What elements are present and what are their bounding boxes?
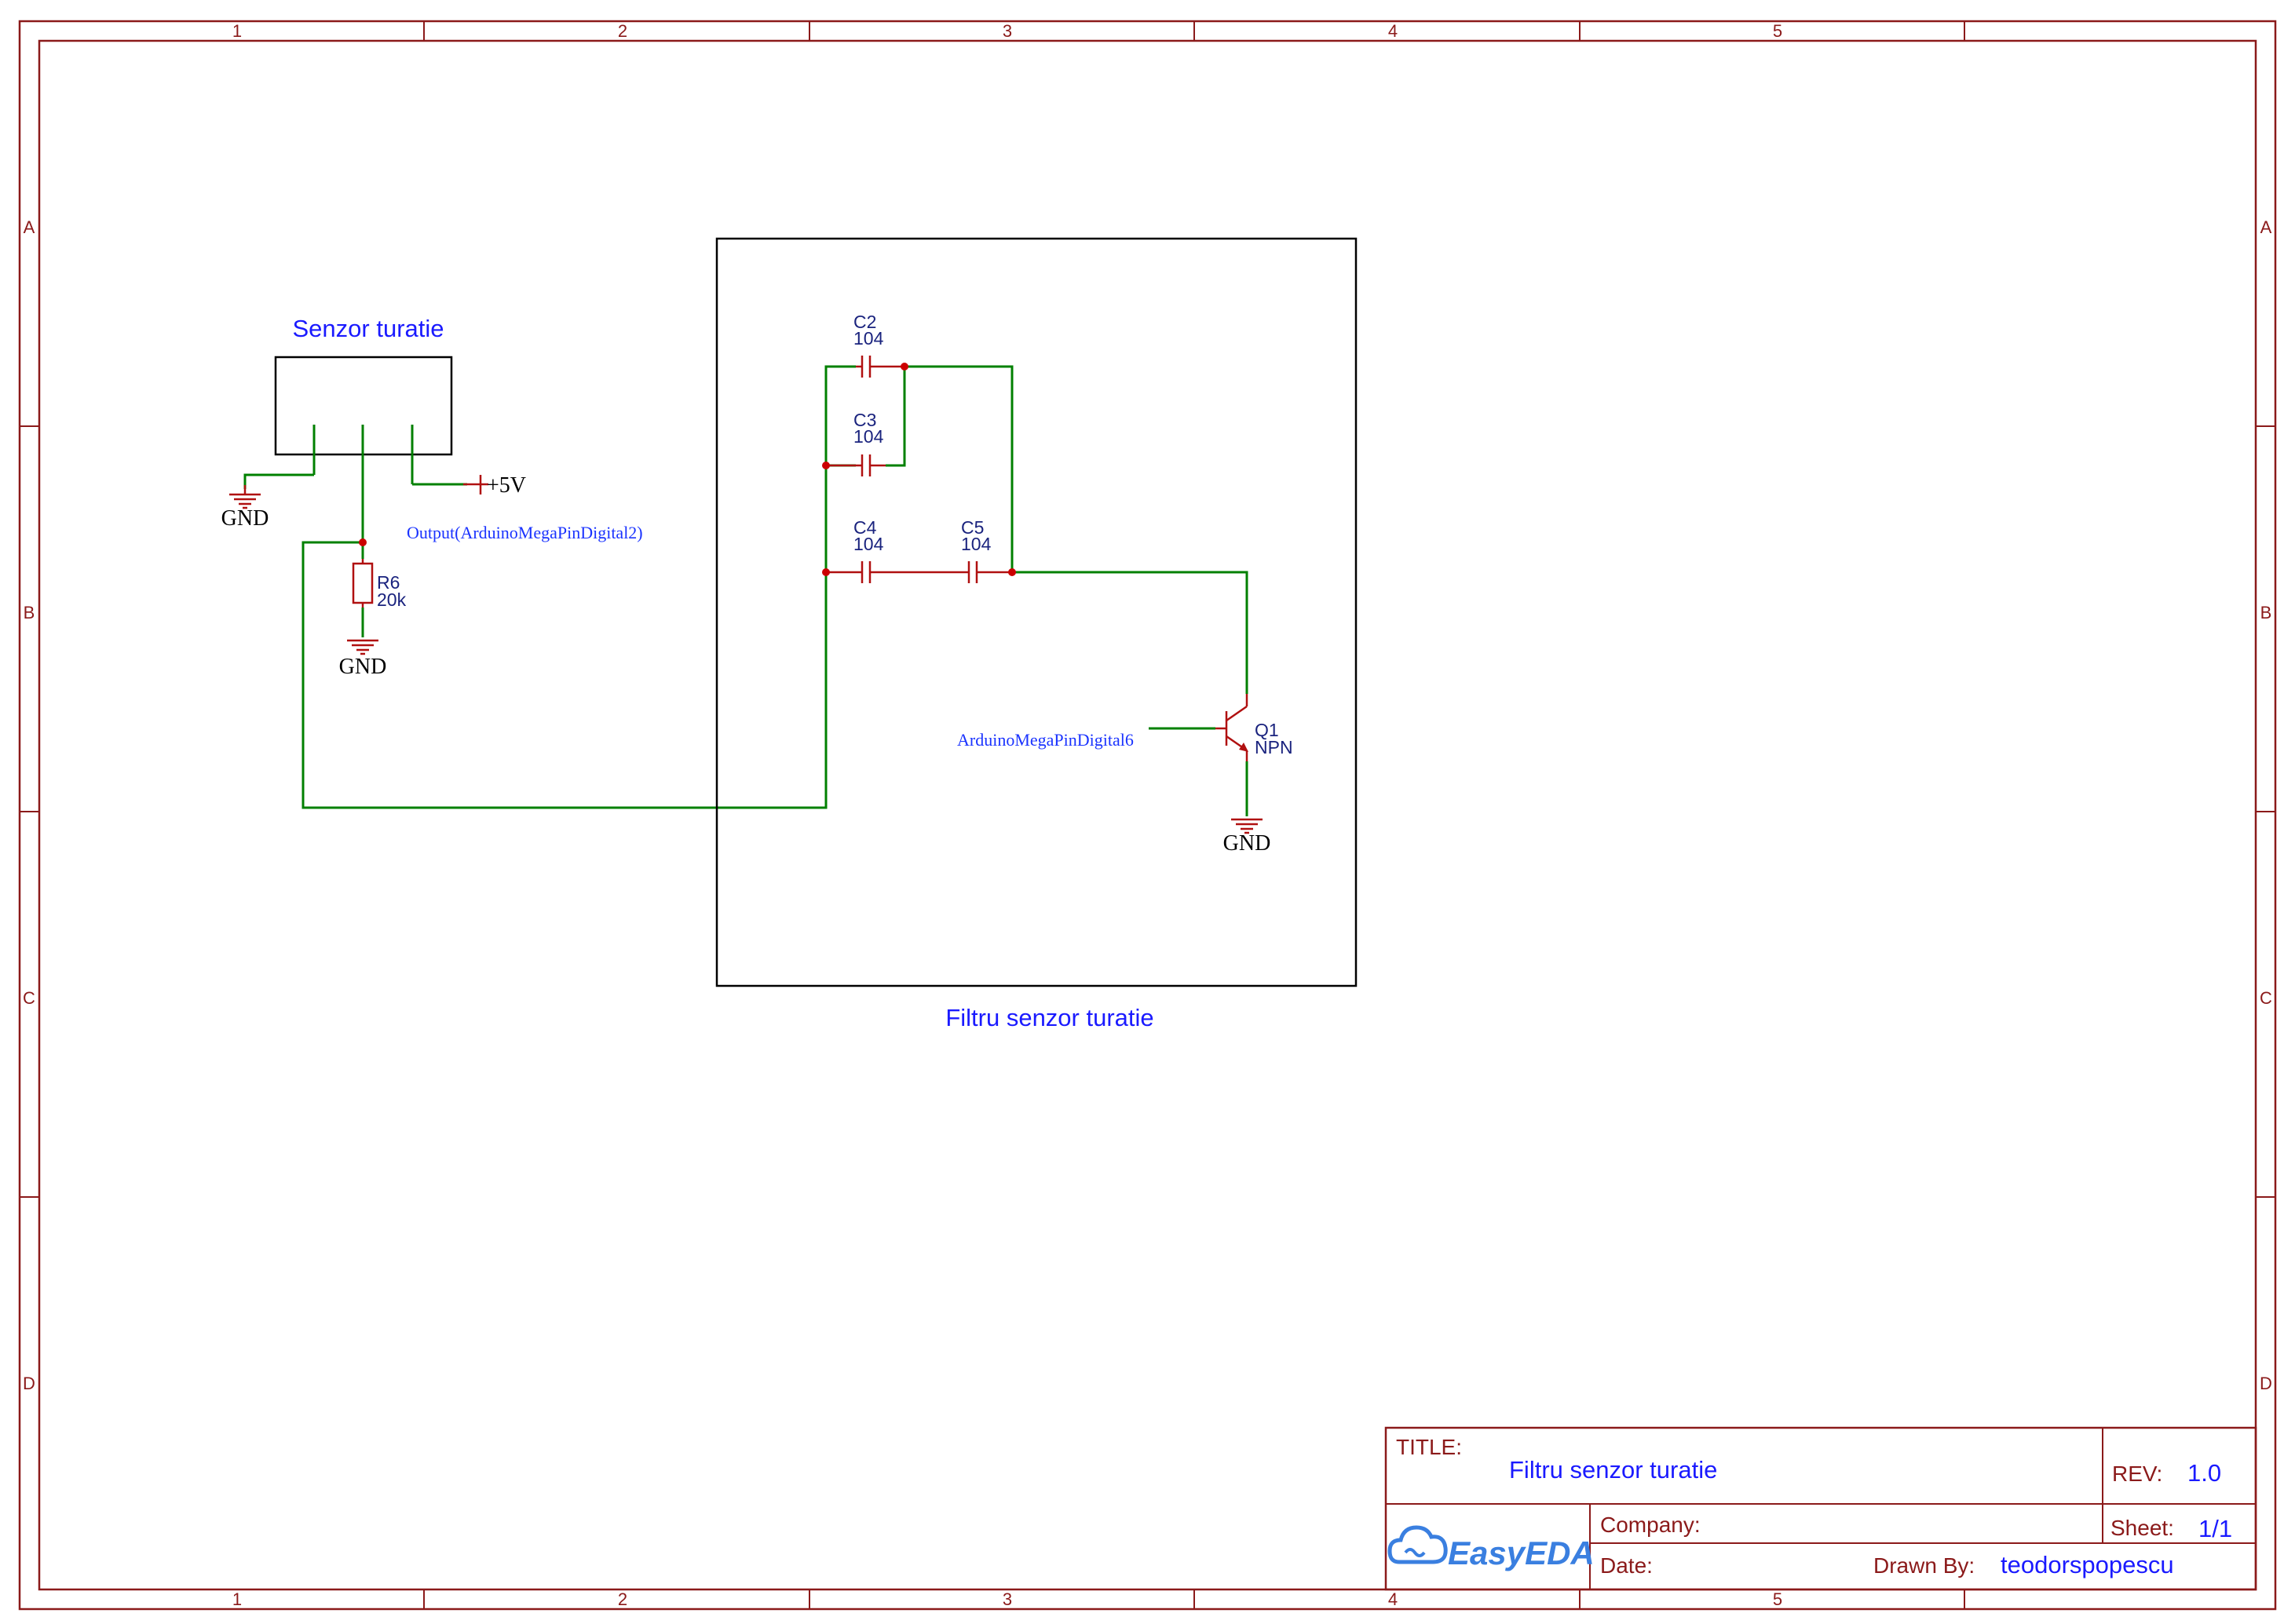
gnd-label-q1: GND	[1223, 831, 1271, 856]
transistor-q1[interactable]: Q1 NPN	[1215, 694, 1293, 761]
junction-c3	[822, 462, 830, 469]
zone-col-3-bottom: 3	[1003, 1589, 1012, 1609]
zone-col-2-bottom: 2	[618, 1589, 627, 1609]
title-value: Filtru senzor turatie	[1509, 1456, 1717, 1483]
zone-col-5-top: 5	[1773, 21, 1782, 41]
filter-block[interactable]: Filtru senzor turatie	[715, 237, 1358, 1031]
gnd-label-sensor: GND	[221, 506, 269, 531]
c3-value: 104	[853, 426, 884, 447]
drawn-by-value: teodorspopescu	[2001, 1551, 2174, 1578]
vcc-symbol: +5V	[412, 473, 526, 498]
gnd-label-r6: GND	[339, 655, 387, 679]
filter-block-title: Filtru senzor turatie	[945, 1004, 1153, 1031]
easyeda-logo: EasyEDA	[1387, 1525, 1595, 1571]
q1-value: NPN	[1255, 737, 1293, 757]
gnd-symbol-r6: GND	[339, 608, 387, 679]
capacitor-c2[interactable]: C2 104	[853, 312, 904, 378]
zone-row-d-right: D	[2260, 1374, 2272, 1393]
zone-col-3-top: 3	[1003, 21, 1012, 41]
vcc-label: +5V	[487, 473, 526, 498]
rev-value: 1.0	[2187, 1459, 2221, 1487]
zone-col-5-bottom: 5	[1773, 1589, 1782, 1609]
gnd-symbol-sensor: GND	[221, 473, 314, 531]
filter-block-border[interactable]	[715, 237, 1358, 987]
zone-col-4-top: 4	[1388, 21, 1398, 41]
schematic-sheet: 1 2 3 4 5 1 2 3 4 5 A B C D A B C D Senz…	[18, 20, 2277, 1611]
capacitor-c5[interactable]: C5 104	[934, 517, 1012, 583]
resistor-r6[interactable]: R6 20k	[352, 559, 407, 610]
net-label-output: Output(ArduinoMegaPinDigital2)	[407, 523, 643, 542]
zone-row-b-left: B	[24, 603, 35, 622]
capacitor-c3[interactable]: C3 104	[826, 410, 886, 476]
junction-c5	[1008, 568, 1016, 576]
rev-label: REV:	[2112, 1462, 2162, 1486]
zone-row-a-right: A	[2260, 217, 2272, 237]
sheet-label: Sheet:	[2110, 1516, 2174, 1540]
gnd-symbol-q1: GND	[1223, 818, 1271, 856]
c4-value: 104	[853, 534, 884, 554]
drawn-by-label: Drawn By:	[1873, 1553, 1975, 1578]
sensor-block-title: Senzor turatie	[293, 315, 444, 342]
r6-value: 20k	[377, 589, 407, 610]
zone-row-c-left: C	[23, 988, 35, 1008]
title-label: TITLE:	[1396, 1435, 1462, 1459]
capacitor-c4[interactable]: C4 104	[826, 517, 934, 583]
zone-col-1-top: 1	[232, 21, 242, 41]
zone-col-4-bottom: 4	[1388, 1589, 1398, 1609]
title-block: TITLE: Filtru senzor turatie REV: 1.0 Co…	[1384, 1426, 2257, 1591]
junction-c4	[822, 568, 830, 576]
easyeda-logo-text: EasyEDA	[1448, 1535, 1595, 1571]
zone-col-1-bottom: 1	[232, 1589, 242, 1609]
junction-output	[359, 538, 367, 546]
zone-row-c-right: C	[2260, 988, 2272, 1008]
c2-value: 104	[853, 328, 884, 349]
c5-value: 104	[961, 534, 992, 554]
company-label: Company:	[1600, 1513, 1701, 1537]
junction-c2	[901, 363, 908, 370]
zone-row-d-left: D	[23, 1374, 35, 1393]
zone-row-b-right: B	[2260, 603, 2272, 622]
sheet-frame	[18, 20, 2277, 1611]
cloud-icon	[1387, 1525, 1448, 1564]
sensor-block[interactable]: Senzor turatie	[274, 315, 453, 542]
net-label-digital6: ArduinoMegaPinDigital6	[957, 730, 1134, 750]
zone-labels: 1 2 3 4 5 1 2 3 4 5 A B C D A B C D	[23, 21, 2272, 1609]
sheet-value: 1/1	[2198, 1515, 2232, 1542]
date-label: Date:	[1600, 1553, 1653, 1578]
zone-col-2-top: 2	[618, 21, 627, 41]
zone-row-a-left: A	[24, 217, 35, 237]
